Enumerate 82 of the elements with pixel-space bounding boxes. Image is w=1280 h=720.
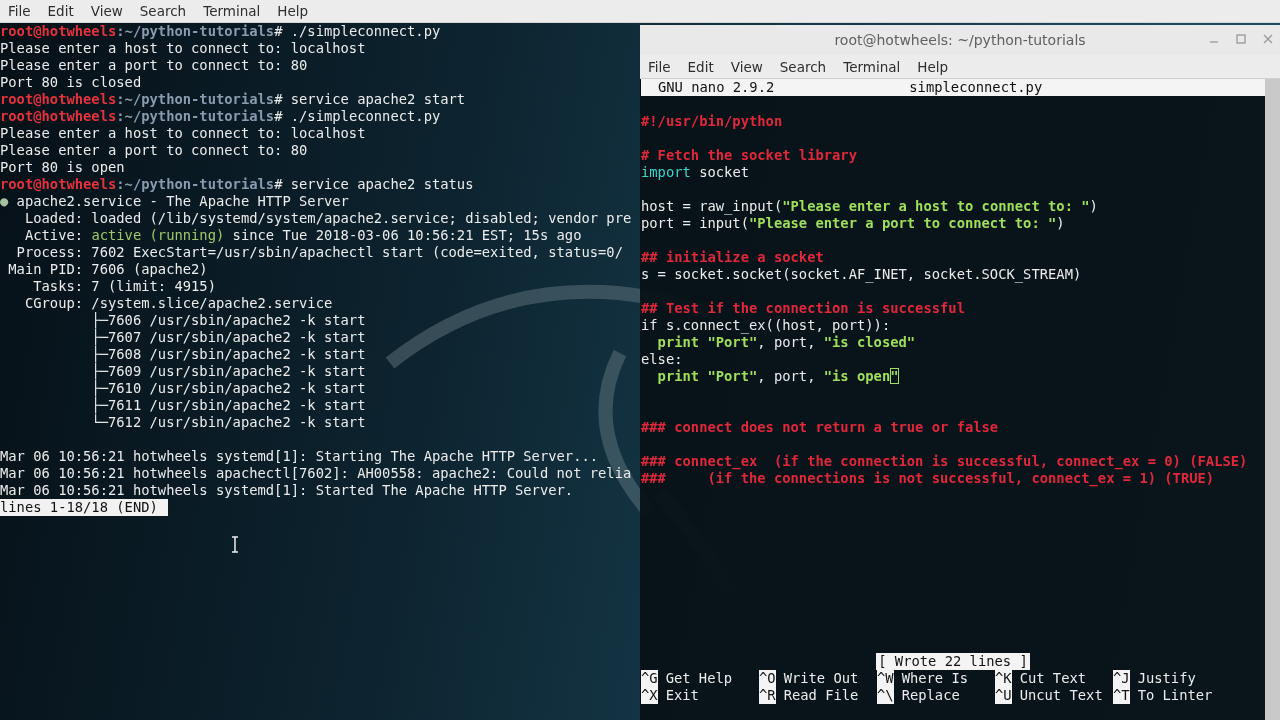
terminal-line: Port 80 is open <box>0 159 125 175</box>
code-line: port = input("Please enter a port to connect to: ") <box>641 215 1065 231</box>
code-line: ### (if the connections is not successful, connect_ex = 1) (TRUE) <box>641 470 1215 486</box>
terminal-line: Tasks: 7 (limit: 4915) <box>32 278 216 294</box>
terminal-line: Port 80 is closed <box>0 74 142 90</box>
menu-item[interactable]: View <box>722 58 772 75</box>
code-line: ## initialize a socket <box>641 249 824 265</box>
text-cursor-icon <box>230 536 240 553</box>
pager-status: lines 1-18/18 (END) <box>0 499 168 516</box>
terminal-line: ● apache2.service - The Apache HTTP Server <box>0 193 349 209</box>
file-name: simpleconnect.py <box>909 79 1043 96</box>
shortcut-key: ^\ <box>877 687 894 704</box>
menu-item[interactable]: Terminal <box>835 58 910 75</box>
terminal-line: root@hotwheels:~/python-tutorials# ./simpleconnect.py <box>0 23 441 39</box>
menu-item[interactable]: Edit <box>39 3 83 19</box>
terminal-line: ├─7607 /usr/sbin/apache2 -k start <box>90 329 366 345</box>
terminal-line: Please enter a host to connect to: localhost <box>0 125 366 141</box>
menu-item[interactable]: View <box>82 3 132 19</box>
code-line: # Fetch the socket library <box>641 147 857 163</box>
code-line: ### connect_ex (if the connection is successful, connect_ex = 0) (FALSE) <box>641 453 1248 469</box>
shortcut-label: Read File <box>783 687 859 704</box>
terminal-line: Mar 06 10:56:21 hotwheels systemd[1]: Started The Apache HTTP Server. <box>0 482 574 498</box>
shortcut-label: Justify <box>1137 670 1196 687</box>
code-line: if s.connect_ex((host, port)): <box>641 317 891 333</box>
terminal-line: ├─7608 /usr/sbin/apache2 -k start <box>90 346 366 362</box>
shortcut-label: Uncut Text <box>1019 687 1103 704</box>
shortcut-label: Cut Text <box>1019 670 1087 687</box>
code-line: import socket <box>641 164 749 180</box>
shortcut-label: Exit <box>665 687 699 704</box>
scrollbar[interactable] <box>1265 79 1280 720</box>
terminal-line: Please enter a port to connect to: 80 <box>0 57 308 73</box>
menu-item[interactable]: File <box>640 58 680 75</box>
shortcut-key: ^W <box>877 670 894 687</box>
menu-item[interactable]: Terminal <box>195 3 270 19</box>
terminal-line: Loaded: loaded (/lib/systemd/system/apache2.service; disabled; vendor pre <box>23 210 632 226</box>
terminal-line: root@hotwheels:~/python-tutorials# service apache2 start <box>0 91 466 107</box>
menu-item[interactable]: File <box>0 3 40 19</box>
terminal-line: Please enter a port to connect to: 80 <box>0 142 308 158</box>
terminal-line: ├─7606 /usr/sbin/apache2 -k start <box>90 312 366 328</box>
close-icon[interactable] <box>1262 33 1274 45</box>
menu-item[interactable]: Search <box>771 58 836 75</box>
shortcut-label: Where Is <box>901 670 969 687</box>
shortcut-key: ^J <box>1113 670 1130 687</box>
shortcut-key: ^G <box>641 670 658 687</box>
window-title: root@hotwheels: ~/python-tutorials <box>834 32 1086 48</box>
shortcut-label: Replace <box>901 687 960 704</box>
terminal-line: root@hotwheels:~/python-tutorials# ./simpleconnect.py <box>0 108 441 124</box>
menu-item[interactable]: Help <box>909 58 958 75</box>
code-line: ### connect does not return a true or false <box>641 419 999 435</box>
status-message: [ Wrote 22 lines ] <box>876 653 1030 670</box>
shortcut-key: ^K <box>995 670 1012 687</box>
menu-item[interactable]: Edit <box>679 58 723 75</box>
terminal-line: └─7612 /usr/sbin/apache2 -k start <box>90 414 366 430</box>
terminal-line: Active: active (running) since Tue 2018-03-06 10:56:21 EST; 15s ago <box>23 227 582 243</box>
shortcut-key: ^U <box>995 687 1012 704</box>
terminal-line: ├─7609 /usr/sbin/apache2 -k start <box>90 363 366 379</box>
code-line: ## Test if the connection is successful <box>641 300 965 316</box>
shortcut-label: Get Help <box>665 670 733 687</box>
terminal-line: Process: 7602 ExecStart=/usr/sbin/apachectl start (code=exited, status=0/ <box>15 244 623 260</box>
menu-item[interactable]: Search <box>131 3 196 19</box>
code-line: else: <box>641 351 683 367</box>
shortcut-key: ^X <box>641 687 658 704</box>
terminal-line: ├─7610 /usr/sbin/apache2 -k start <box>90 380 366 396</box>
menu-item[interactable]: Help <box>269 3 318 19</box>
shortcut-label: To Linter <box>1137 687 1213 704</box>
maximize-icon[interactable] <box>1235 33 1247 45</box>
terminal-line: ├─7611 /usr/sbin/apache2 -k start <box>90 397 366 413</box>
terminal-line: Main PID: 7606 (apache2) <box>7 261 208 277</box>
shortcut-key: ^R <box>759 687 776 704</box>
terminal-line: Mar 06 10:56:21 hotwheels systemd[1]: Starting The Apache HTTP Server... <box>0 448 599 464</box>
shortcut-label: Write Out <box>783 670 859 687</box>
code-line: s = socket.socket(socket.AF_INET, socket.SOCK_STREAM) <box>641 266 1082 282</box>
terminal-line: root@hotwheels:~/python-tutorials# service apache2 status <box>0 176 474 192</box>
shortcut-key: ^O <box>759 670 776 687</box>
code-line: host = raw_input("Please enter a host to connect to: ") <box>641 198 1098 214</box>
shortcut-key: ^T <box>1113 687 1130 704</box>
code-line: #!/usr/bin/python <box>641 113 783 129</box>
terminal-line: Mar 06 10:56:21 hotwheels apachectl[7602]: AH00558: apache2: Could not relia <box>0 465 632 481</box>
terminal-line: Please enter a host to connect to: localhost <box>0 40 366 56</box>
code-line: print "Port", port, "is closed" <box>656 334 916 350</box>
editor-version: GNU nano 2.9.2 <box>658 79 775 96</box>
terminal-line: CGroup: /system.slice/apache2.service <box>23 295 333 311</box>
